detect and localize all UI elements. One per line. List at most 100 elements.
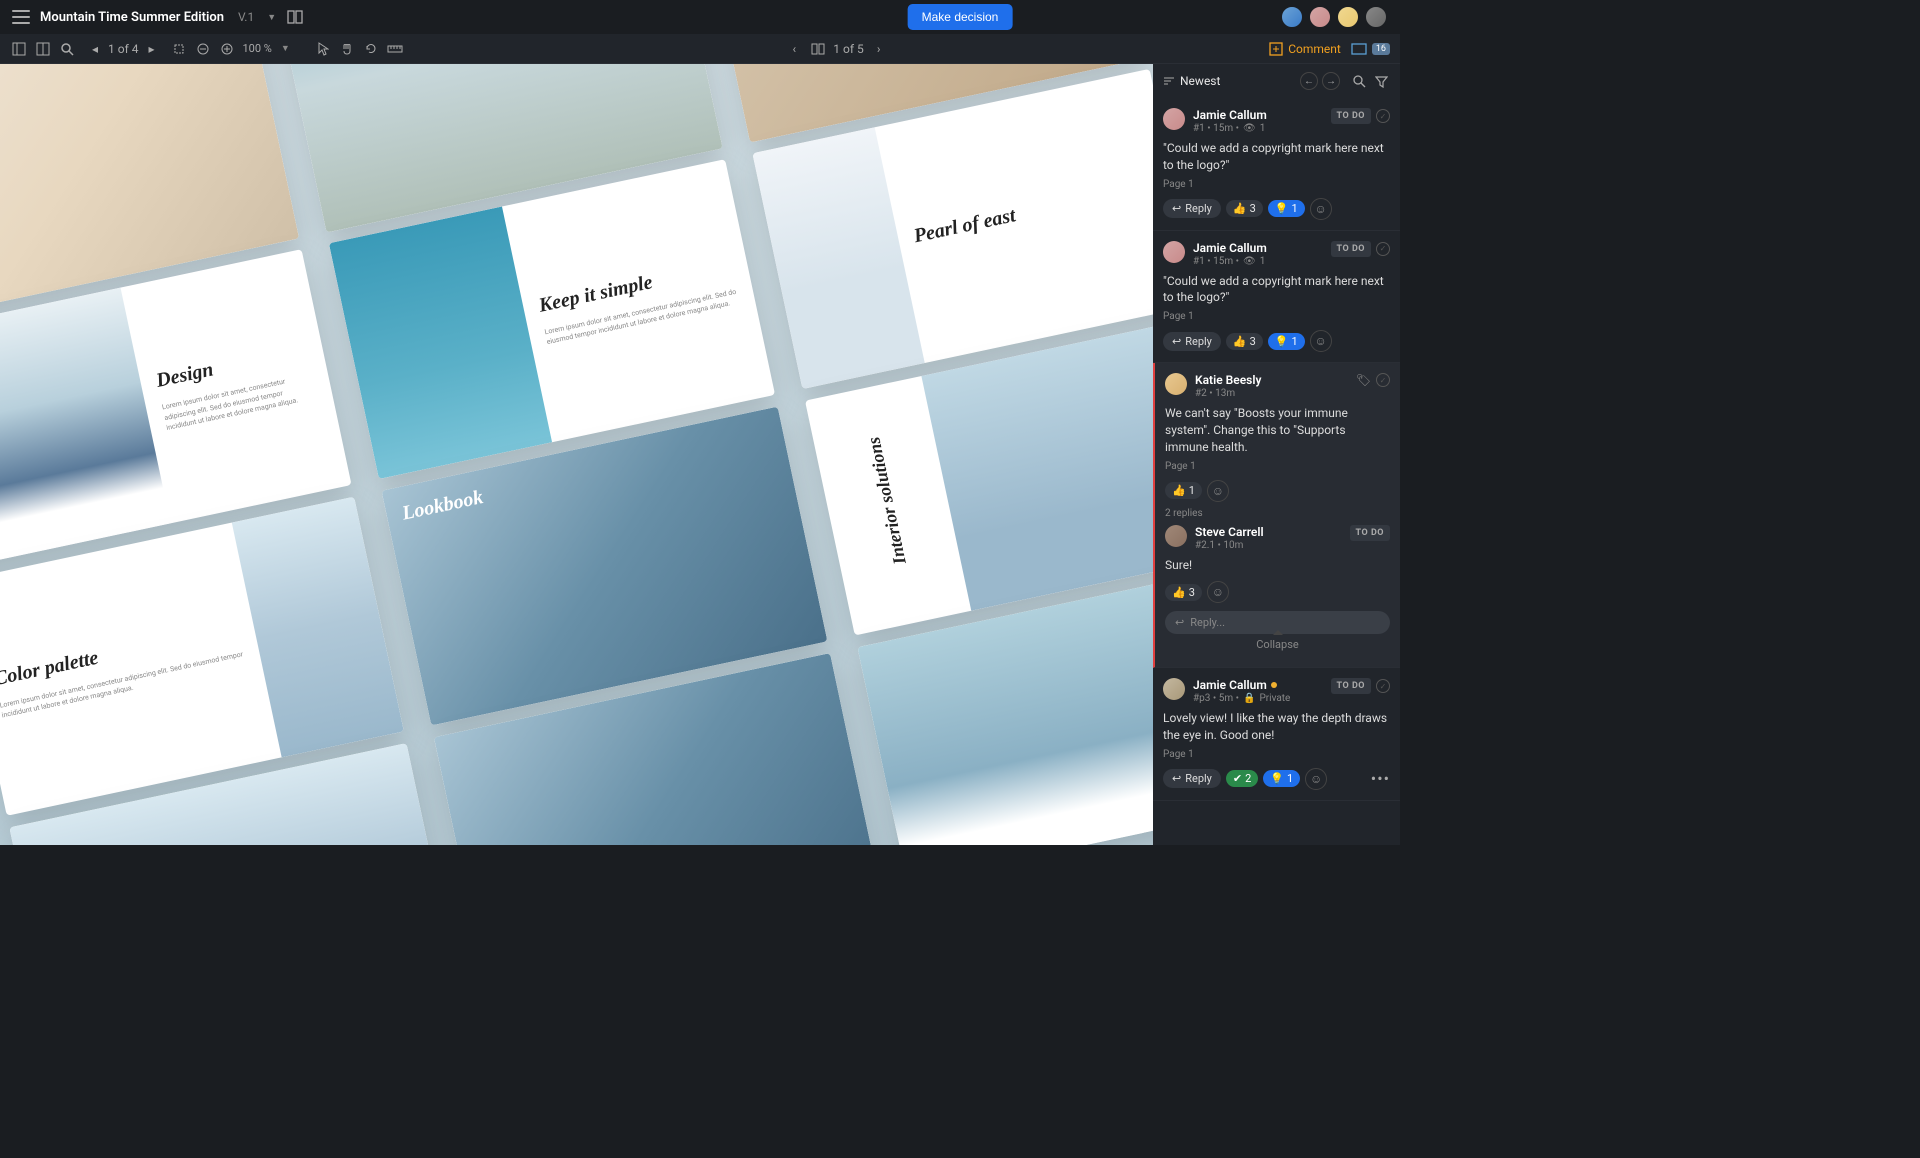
comment-meta: #2 • 13m (1195, 388, 1235, 399)
spread-prev-icon[interactable]: ‹ (785, 40, 803, 58)
reply-button[interactable]: ↩ Reply (1163, 769, 1221, 788)
comment-item[interactable]: Jamie Callum #1 • 15m •👁1 TO DO ✓ "Could… (1153, 231, 1400, 364)
avatar (1165, 373, 1187, 395)
bulb-reaction[interactable]: 💡 1 (1263, 770, 1300, 787)
avatar (1163, 108, 1185, 130)
add-reaction-icon[interactable]: ☺ (1305, 768, 1327, 790)
comment-author: Steve Carrell (1195, 525, 1342, 539)
card-title: Lookbook (400, 486, 485, 526)
collapse-button[interactable]: Collapse (1165, 634, 1390, 657)
add-reaction-icon[interactable]: ☺ (1207, 581, 1229, 603)
view-count: 1 (1260, 123, 1266, 134)
reply-button[interactable]: ↩ Reply (1163, 332, 1221, 351)
user-avatar-4[interactable] (1364, 5, 1388, 29)
status-badge[interactable]: TO DO (1331, 678, 1371, 694)
add-reaction-icon[interactable]: ☺ (1310, 330, 1332, 352)
check-reaction[interactable]: ✔ 2 (1226, 770, 1258, 787)
comment-page: Page 1 (1163, 311, 1390, 322)
resolve-icon[interactable]: ✓ (1376, 242, 1390, 256)
thumbs-up-reaction[interactable]: 👍 1 (1165, 482, 1202, 499)
comment-page: Page 1 (1165, 461, 1390, 472)
spread-icon (809, 40, 827, 58)
page-prev-icon[interactable]: ◂ (86, 40, 104, 58)
panel-search-icon[interactable] (1350, 72, 1368, 90)
spread-next-icon[interactable]: › (870, 40, 888, 58)
bulb-reaction[interactable]: 💡 1 (1268, 333, 1305, 350)
zoom-out-icon[interactable] (194, 40, 212, 58)
lock-icon: 🔒 (1243, 693, 1255, 704)
bulb-reaction[interactable]: 💡 1 (1268, 200, 1305, 217)
comment-reply: Steve Carrell #2.1 • 10m TO DO Sure! 👍 3… (1165, 525, 1390, 604)
reply-button[interactable]: ↩ Reply (1163, 199, 1221, 218)
comment-meta: #p3 • 5m • (1193, 693, 1239, 704)
resolve-icon[interactable]: ✓ (1376, 679, 1390, 693)
panel-split-icon[interactable] (34, 40, 52, 58)
comment-page: Page 1 (1163, 749, 1390, 760)
canvas-area[interactable]: DesignLorem ipsum dolor sit amet, consec… (0, 64, 1153, 845)
user-avatar-1[interactable] (1280, 5, 1304, 29)
add-reaction-icon[interactable]: ☺ (1207, 480, 1229, 502)
ruler-icon[interactable] (386, 40, 404, 58)
search-icon[interactable] (58, 40, 76, 58)
status-badge[interactable]: TO DO (1331, 108, 1371, 124)
comment-item-selected[interactable]: Katie Beesly #2 • 13m 🏷 ✓ We can't say "… (1153, 363, 1400, 668)
user-avatar-3[interactable] (1336, 5, 1360, 29)
menu-icon[interactable] (12, 10, 30, 24)
comment-author: Katie Beesly (1195, 373, 1348, 387)
add-reaction-icon[interactable]: ☺ (1310, 198, 1332, 220)
user-avatar-2[interactable] (1308, 5, 1332, 29)
replies-count: 2 replies (1165, 508, 1390, 519)
filter-icon[interactable] (1372, 72, 1390, 90)
card-title: Pearl of east (912, 174, 1153, 248)
avatar (1165, 525, 1187, 547)
document-title: Mountain Time Summer Edition (40, 10, 224, 25)
comment-meta: #1 • 15m • (1193, 123, 1239, 134)
pointer-icon[interactable] (314, 40, 332, 58)
thumbs-up-reaction[interactable]: 👍 3 (1165, 584, 1202, 601)
resolve-icon[interactable]: ✓ (1376, 373, 1390, 387)
zoom-dropdown-icon[interactable]: ▼ (281, 43, 290, 54)
comment-text: "Could we add a copyright mark here next… (1163, 140, 1390, 174)
comment-text: Lovely view! I like the way the depth dr… (1163, 710, 1390, 744)
screens-button[interactable]: 16 (1351, 42, 1390, 56)
panel-left-icon[interactable] (10, 40, 28, 58)
eye-icon: 👁 (1243, 256, 1256, 267)
nav-next-icon[interactable]: → (1322, 72, 1340, 90)
sort-dropdown[interactable]: Newest (1163, 74, 1292, 88)
document-version[interactable]: V.1 (238, 10, 254, 24)
make-decision-button[interactable]: Make decision (908, 4, 1013, 30)
book-icon[interactable] (286, 8, 304, 26)
page-indicator: 1 of 4 (108, 42, 138, 56)
chevron-down-icon[interactable]: ▼ (267, 12, 276, 23)
status-badge[interactable]: TO DO (1350, 525, 1390, 541)
status-badge[interactable]: TO DO (1331, 241, 1371, 257)
comment-label: Comment (1288, 42, 1341, 56)
nav-prev-icon[interactable]: ← (1300, 72, 1318, 90)
fit-icon[interactable] (170, 40, 188, 58)
comment-meta: #2.1 • 10m (1195, 540, 1243, 551)
zoom-value[interactable]: 100 % (242, 42, 271, 55)
comment-author: Jamie Callum (1193, 241, 1323, 255)
rotate-icon[interactable] (362, 40, 380, 58)
page-next-icon[interactable]: ▸ (142, 40, 160, 58)
thumbs-up-reaction[interactable]: 👍 3 (1226, 200, 1263, 217)
avatar (1163, 678, 1185, 700)
comment-button[interactable]: Comment (1269, 42, 1341, 56)
view-count: 1 (1260, 256, 1266, 267)
tag-icon[interactable]: 🏷 (1356, 373, 1371, 387)
screens-count: 16 (1372, 43, 1390, 55)
thumbs-up-reaction[interactable]: 👍 3 (1226, 333, 1263, 350)
comment-item[interactable]: Jamie Callum #p3 • 5m •🔒Private TO DO ✓ … (1153, 668, 1400, 801)
comment-text: We can't say "Boosts your immune system"… (1165, 405, 1390, 455)
comment-author: Jamie Callum (1193, 108, 1323, 122)
comment-page: Page 1 (1163, 179, 1390, 190)
zoom-in-icon[interactable] (218, 40, 236, 58)
spread-indicator: 1 of 5 (833, 42, 863, 56)
comment-author: Jamie Callum (1193, 678, 1323, 692)
hand-icon[interactable] (338, 40, 356, 58)
resolve-icon[interactable]: ✓ (1376, 109, 1390, 123)
more-icon[interactable]: ••• (1371, 769, 1390, 788)
eye-icon: 👁 (1243, 123, 1256, 134)
comment-item[interactable]: Jamie Callum #1 • 15m • 👁 1 TO DO ✓ "Could… (1153, 98, 1400, 231)
online-indicator (1271, 682, 1277, 688)
